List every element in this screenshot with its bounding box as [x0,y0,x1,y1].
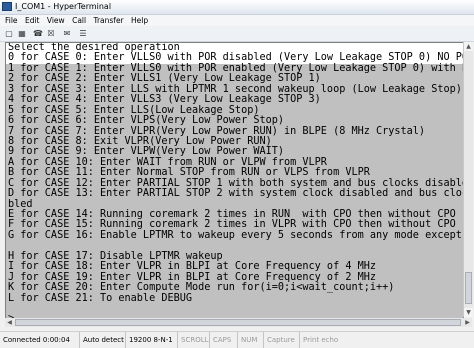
status-capture: Capture [264,332,300,348]
scroll-right-icon[interactable]: ▶ [463,318,472,327]
properties-icon[interactable]: ☰ [78,29,88,39]
open-icon[interactable]: ▦ [17,29,27,39]
horizontal-scroll-thumb[interactable] [15,319,461,326]
status-caps: CAPS [210,332,238,348]
scroll-left-icon[interactable]: ◀ [5,318,14,327]
status-settings: 19200 8-N-1 [126,332,178,348]
terminal-line: L for CASE 21: To enable DEBUG [8,292,193,304]
menu-bar: File Edit View Call Transfer Help [0,15,474,26]
terminal-screen[interactable]: Select the desired operation 0 for CASE 0… [5,42,464,319]
horizontal-scrollbar[interactable]: ◀ ▶ [5,318,472,327]
disconnect-icon[interactable]: ☒ [46,29,56,39]
menu-transfer[interactable]: Transfer [93,15,123,26]
menu-view[interactable]: View [47,15,65,26]
terminal-line: 6 for CASE 6: Enter VLPS(Very Low Power … [8,115,285,127]
menu-call[interactable]: Call [72,15,86,26]
menu-help[interactable]: Help [131,15,148,26]
terminal-line: K for CASE 20: Enter Compute Mode run fo… [8,282,395,294]
scroll-up-icon[interactable]: ▲ [464,42,473,51]
status-detect: Auto detect [80,332,126,348]
toolbar: ▢ ▦ ☎ ☒ ✉ ☰ [0,27,474,42]
terminal-app-icon [2,2,12,11]
vertical-scrollbar[interactable]: ▲ ▼ [463,42,473,317]
menu-file[interactable]: File [5,15,18,26]
vertical-scroll-thumb[interactable] [465,272,472,304]
new-connection-icon[interactable]: ▢ [4,29,14,39]
menu-edit[interactable]: Edit [25,15,40,26]
phone-icon[interactable]: ☎ [33,29,43,39]
status-print-echo: Print echo [303,336,339,344]
terminal-line: G for CASE 16: Enable LPTMR to wakeup ev… [8,229,464,241]
status-scroll: SCROLL [178,332,210,348]
status-num: NUM [238,332,264,348]
window-title: I_COM1 - HyperTerminal [15,2,112,11]
status-bar: Connected 0:00:04 Auto detect 19200 8-N-… [0,331,474,348]
terminal-line: D for CASE 13: Enter PARTIAL STOP 2 with… [8,188,464,200]
title-bar: I_COM1 - HyperTerminal [0,0,474,15]
send-file-icon[interactable]: ✉ [62,29,72,39]
scroll-down-icon[interactable]: ▼ [464,308,473,317]
status-connected: Connected 0:00:04 [0,332,80,348]
